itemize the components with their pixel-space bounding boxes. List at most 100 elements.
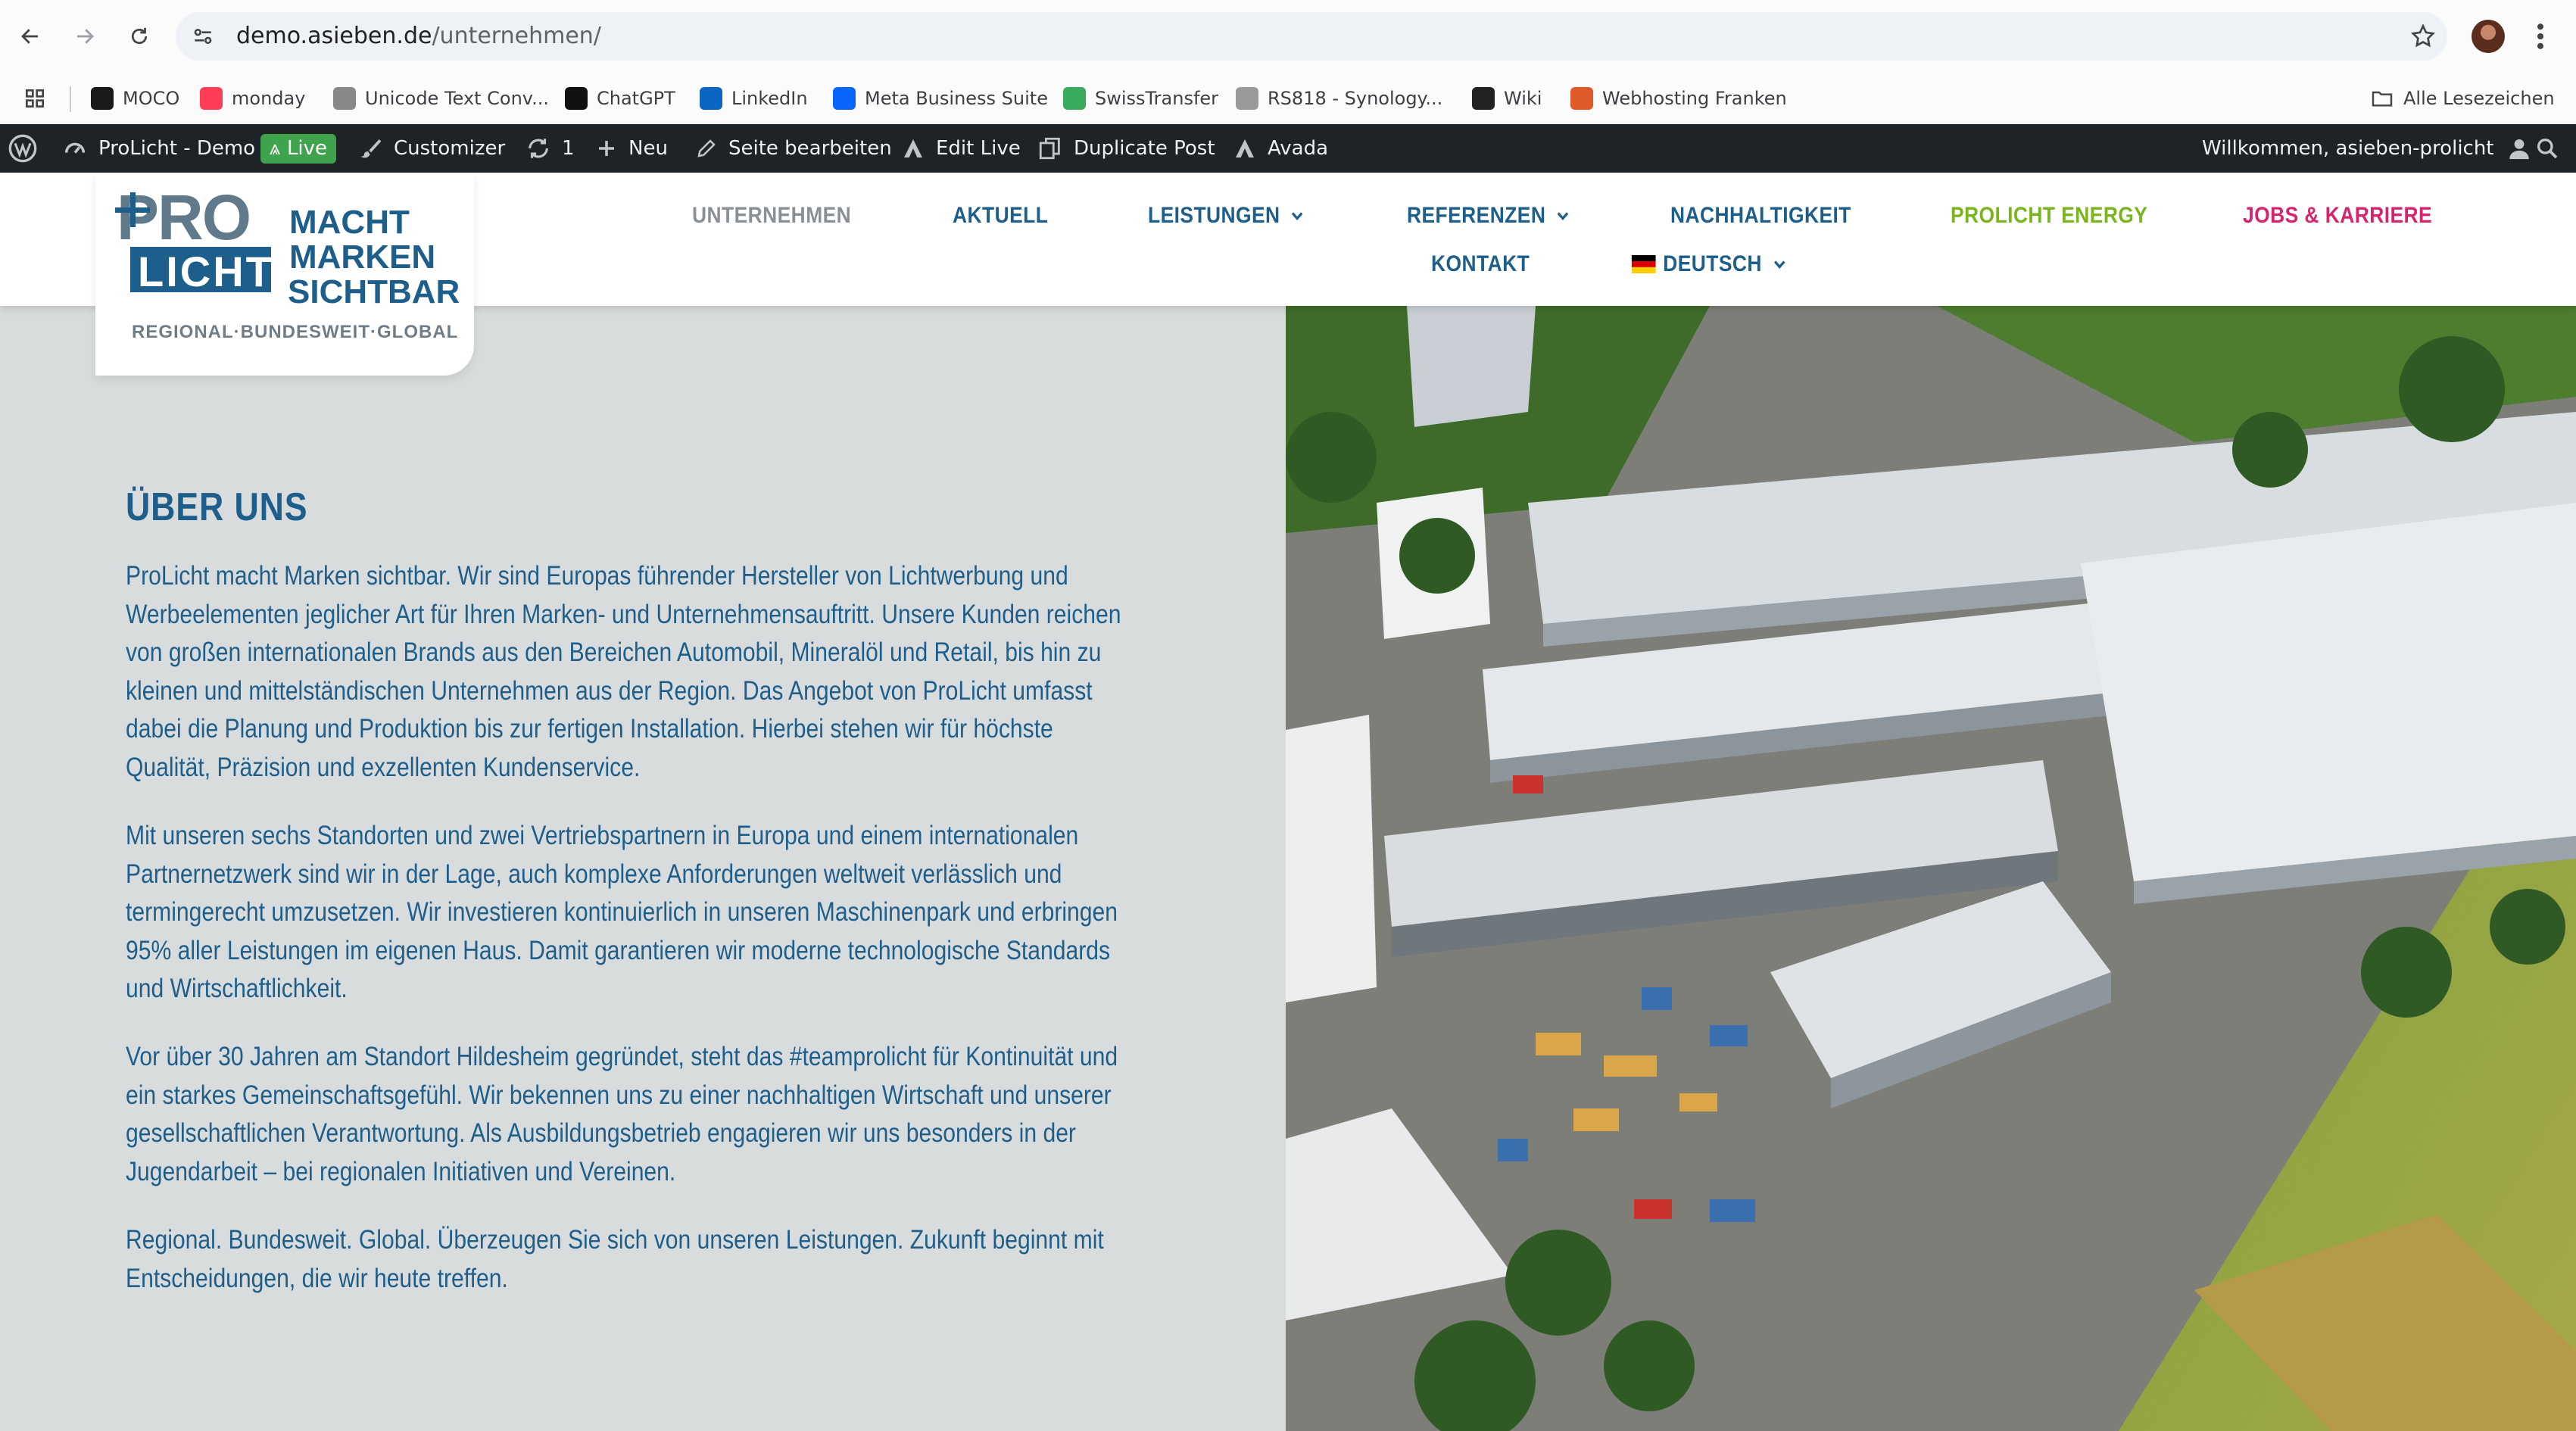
bookmark-label: ChatGPT <box>597 88 675 109</box>
language-switcher[interactable]: DEUTSCH <box>1631 251 1789 277</box>
logo-line3: SICHTBAR <box>288 273 460 310</box>
swisstransfer-icon <box>1063 87 1086 110</box>
customizer-link[interactable]: Customizer <box>359 124 505 173</box>
monday-icon <box>200 87 223 110</box>
menu-nachhaltigkeit-label: NACHHALTIGKEIT <box>1670 203 1851 228</box>
about-paragraph-4: Regional. Bundesweit. Global. Überzeugen… <box>126 1225 1104 1293</box>
webhosting-icon <box>1570 87 1593 110</box>
welcome-text: Willkommen, asieben-prolicht <box>2202 137 2494 160</box>
avada-logo-icon <box>1236 139 1254 157</box>
new-content-link[interactable]: Neu <box>595 124 668 173</box>
browser-menu-button[interactable] <box>2529 20 2552 53</box>
bookmark-item[interactable]: Wiki <box>1472 83 1542 114</box>
site-name-link[interactable]: ProLicht - Demo <box>62 124 255 173</box>
edit-page-label: Seite bearbeiten <box>728 137 892 160</box>
live-badge[interactable]: ⩓ Live <box>260 124 337 173</box>
wiki-icon <box>1472 87 1495 110</box>
logo-pro: PRO <box>117 182 250 253</box>
grid-icon <box>25 89 44 108</box>
unicode-icon <box>333 87 356 110</box>
profile-avatar[interactable] <box>2472 20 2505 53</box>
admin-search-button[interactable] <box>2535 124 2570 173</box>
url-text[interactable]: demo.asieben.de/unternehmen/ <box>236 12 601 61</box>
account-menu[interactable]: Willkommen, asieben-prolicht <box>2202 124 2543 173</box>
url-host: demo.asieben.de <box>236 23 432 49</box>
bookmark-item[interactable]: Webhosting Franken <box>1570 83 1787 114</box>
edit-live-link[interactable]: Edit Live <box>901 124 1021 173</box>
bookmark-label: monday <box>232 88 306 109</box>
avada-link[interactable]: Avada <box>1233 124 1328 173</box>
menu-referenzen[interactable]: REFERENZEN <box>1407 203 1573 229</box>
duplicate-label: Duplicate Post <box>1074 137 1215 160</box>
edit-live-label: Edit Live <box>936 137 1021 160</box>
avada-label: Avada <box>1268 137 1329 160</box>
logo-licht: LICHT <box>138 248 274 295</box>
bookmark-item[interactable]: LinkedIn <box>700 83 808 114</box>
chatgpt-icon <box>565 87 588 110</box>
bookmark-item[interactable]: Unicode Text Conv... <box>333 83 549 114</box>
forward-button[interactable] <box>65 17 104 56</box>
reload-button[interactable] <box>120 17 159 56</box>
pencil-icon <box>697 139 716 157</box>
address-bar[interactable]: demo.asieben.de/unternehmen/ <box>176 12 2447 61</box>
edit-page-link[interactable]: Seite bearbeiten <box>695 124 892 173</box>
aerial-factory-photo <box>1286 306 2576 1431</box>
menu-leistungen[interactable]: LEISTUNGEN <box>1148 203 1307 229</box>
bookmark-label: Meta Business Suite <box>865 88 1048 109</box>
site-name: ProLicht - Demo <box>98 137 256 160</box>
all-bookmarks-button[interactable]: Alle Lesezeichen <box>2370 83 2555 114</box>
menu-kontakt-label: KONTAKT <box>1431 251 1530 276</box>
arrow-right-icon <box>77 29 94 44</box>
paintbrush-icon <box>360 139 382 158</box>
bookmark-item[interactable]: MOCO <box>91 83 179 114</box>
bookmark-item[interactable]: monday <box>200 83 305 114</box>
menu-leistungen-label: LEISTUNGEN <box>1148 203 1280 228</box>
menu-energy-label: PROLICHT ENERGY <box>1951 203 2148 228</box>
prolicht-logo: PRO LICHT MACHT MARKEN SICHTBAR REGIONAL… <box>115 182 460 342</box>
star-icon[interactable] <box>2409 23 2437 50</box>
menu-prolicht-energy[interactable]: PROLICHT ENERGY <box>1951 203 2147 229</box>
arrow-left-icon <box>21 29 38 44</box>
linkedin-icon <box>700 87 722 110</box>
chevron-down-icon <box>1292 212 1303 220</box>
site-settings-icon[interactable] <box>191 24 215 48</box>
logo-card[interactable]: PRO LICHT MACHT MARKEN SICHTBAR REGIONAL… <box>95 173 474 376</box>
folder-icon <box>2372 91 2393 107</box>
german-flag-icon <box>1631 255 1656 273</box>
live-label: Live <box>286 136 328 160</box>
menu-referenzen-label: REFERENZEN <box>1407 203 1546 228</box>
about-paragraph-3: Vor über 30 Jahren am Standort Hildeshei… <box>126 1042 1118 1186</box>
url-path: /unternehmen/ <box>432 23 601 49</box>
bookmark-label: Wiki <box>1504 88 1542 109</box>
bookmark-item[interactable]: Meta Business Suite <box>833 83 1048 114</box>
apps-button[interactable] <box>23 83 47 114</box>
menu-unternehmen-label: UNTERNEHMEN <box>692 203 852 228</box>
menu-unternehmen[interactable]: UNTERNEHMEN <box>692 203 851 229</box>
logo-line2: MARKEN <box>289 238 435 276</box>
about-paragraph-2: Mit unseren sechs Standorten und zwei Ve… <box>126 821 1118 1003</box>
back-button[interactable] <box>11 17 50 56</box>
bookmark-item[interactable]: ChatGPT <box>565 83 675 114</box>
menu-nachhaltigkeit[interactable]: NACHHALTIGKEIT <box>1670 203 1851 229</box>
bookmark-label: LinkedIn <box>731 88 808 109</box>
updates-count: 1 <box>562 137 575 160</box>
update-icon <box>529 139 548 158</box>
avada-icon <box>904 139 922 157</box>
bookmark-item[interactable]: RS818 - Synology... <box>1236 83 1442 114</box>
synology-icon <box>1236 87 1258 110</box>
bookmark-label: MOCO <box>123 88 180 109</box>
updates-link[interactable]: 1 <box>525 124 575 173</box>
wp-logo-button[interactable] <box>8 124 48 173</box>
menu-aktuell[interactable]: AKTUELL <box>953 203 1048 229</box>
menu-jobs-karriere[interactable]: JOBS & KARRIERE <box>2243 203 2432 229</box>
live-icon: ⩓ <box>270 136 287 160</box>
chevron-down-icon <box>1557 212 1569 220</box>
browser-toolbar: demo.asieben.de/unternehmen/ <box>0 0 2576 73</box>
new-label: Neu <box>628 137 668 160</box>
menu-kontakt[interactable]: KONTAKT <box>1431 251 1530 277</box>
bookmark-item[interactable]: SwissTransfer <box>1063 83 1218 114</box>
duplicate-post-link[interactable]: Duplicate Post <box>1037 124 1215 173</box>
bookmark-label: Webhosting Franken <box>1602 88 1787 109</box>
wp-admin-bar: ProLicht - Demo ⩓ Live Customizer 1 Neu … <box>0 124 2576 173</box>
bookmark-label: SwissTransfer <box>1095 88 1219 109</box>
